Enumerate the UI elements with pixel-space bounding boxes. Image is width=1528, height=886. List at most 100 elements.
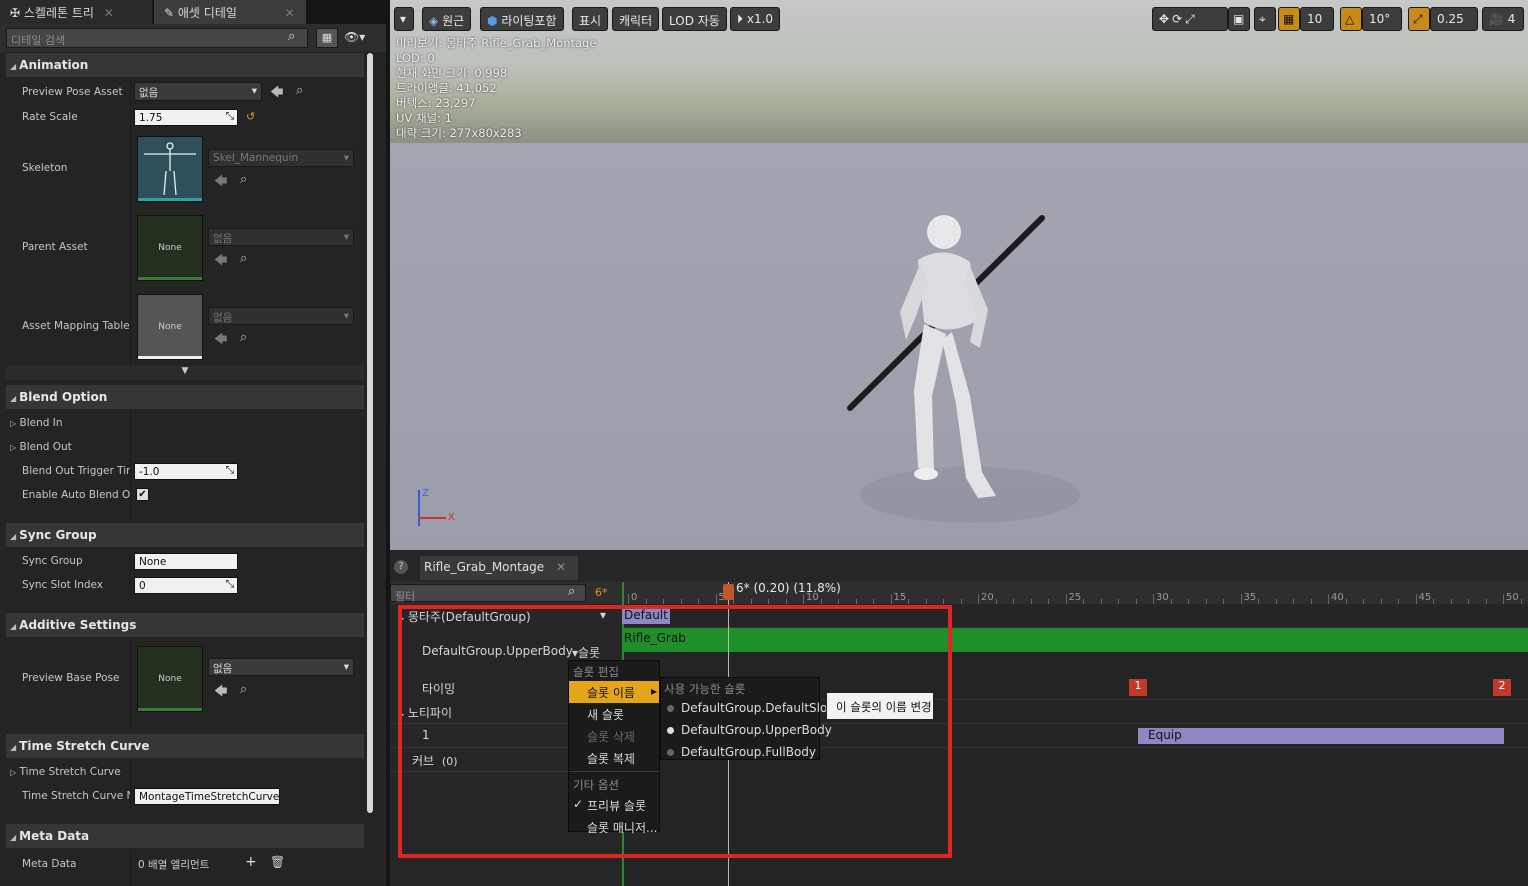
parent-asset-thumbnail[interactable]: None <box>137 215 203 281</box>
timeline-filter-input[interactable]: 필터 <box>390 584 586 603</box>
menu-item-slot-manager[interactable]: 슬롯 매니저... <box>569 816 659 838</box>
column-divider <box>130 760 131 808</box>
time-stretch-name-value: MontageTimeStretchCurve <box>139 791 280 803</box>
section-default[interactable]: Default <box>622 607 670 624</box>
surface-snap-icon[interactable]: ⌖ <box>1254 7 1276 31</box>
grid-snap-value[interactable]: 10 <box>1300 7 1334 31</box>
rate-scale-input[interactable]: 1.75 ⤡ <box>134 109 238 126</box>
close-icon[interactable]: ✕ <box>556 560 566 574</box>
use-selected-arrow-icon[interactable]: 🡄 <box>214 682 227 704</box>
category-time-stretch[interactable]: ◢ Time Stretch Curve <box>6 734 364 758</box>
notify-row[interactable]: ▸ 노티파이 <box>400 704 452 721</box>
use-selected-arrow-icon[interactable]: 🡄 <box>270 83 283 105</box>
notify-state-bar[interactable]: Equip <box>1138 728 1504 744</box>
sync-group-input[interactable]: None <box>134 553 238 570</box>
curve-label: 커브 <box>412 754 435 768</box>
timing-marker[interactable]: 1 <box>1129 679 1147 696</box>
category-meta-data[interactable]: ◢ Meta Data <box>6 824 364 848</box>
time-stretch-curve-row[interactable]: ▷ Time Stretch Curve <box>10 766 121 778</box>
rotation-snap-icon[interactable]: △ <box>1340 7 1362 31</box>
category-sync-group[interactable]: ◢ Sync Group <box>6 523 364 547</box>
sync-slot-input[interactable]: 0 ⤡ <box>134 577 238 594</box>
skeleton-thumbnail[interactable] <box>137 136 203 202</box>
playback-speed-button[interactable]: ⏵ x1.0 <box>730 7 781 31</box>
anim-segment[interactable]: Rifle_Grab <box>622 628 1528 652</box>
base-pose-value: 없음 <box>213 663 233 675</box>
lod-button[interactable]: LOD 자동 <box>662 7 727 31</box>
menu-item-new-slot[interactable]: 새 슬롯 <box>569 703 659 725</box>
asset-mapping-thumbnail[interactable]: None <box>137 294 203 360</box>
local-space-icon[interactable]: ▣ <box>1228 7 1250 31</box>
anim-segment-label: Rifle_Grab <box>624 631 686 645</box>
menu-item-slot-name[interactable]: 슬롯 이름 ▸ <box>569 681 659 703</box>
ruler-tick <box>1328 594 1329 604</box>
rotation-snap-value[interactable]: 10° <box>1362 7 1402 31</box>
notify-state-label: Equip <box>1148 728 1182 742</box>
grid-snap-icon[interactable]: ▦ <box>1278 7 1300 31</box>
filter-placeholder: 필터 <box>395 590 416 603</box>
montage-group-row[interactable]: ▸ 몽타주(DefaultGroup) ▾ <box>400 608 616 625</box>
help-icon[interactable]: ? <box>394 560 408 574</box>
blend-out-row[interactable]: ▷ Blend Out <box>10 441 72 453</box>
menu-item-preview-slot[interactable]: ✓ 프리뷰 슬롯 <box>569 794 659 816</box>
grid-view-icon[interactable]: ▦ <box>316 28 338 48</box>
browse-search-icon[interactable]: ⌕ <box>296 83 303 98</box>
add-icon[interactable]: + <box>245 854 257 870</box>
slot-menu-button[interactable]: ▾슬롯 <box>572 644 600 661</box>
move-icon: ✥ <box>1159 12 1173 26</box>
browse-search-icon[interactable]: ⌕ <box>240 251 247 266</box>
show-button[interactable]: 표시 <box>572 7 609 31</box>
lighting-button[interactable]: ⬢ 라이팅포함 <box>480 7 564 31</box>
viewport-options-button[interactable]: ▾ <box>394 7 414 31</box>
category-animation[interactable]: ◢ Animation <box>6 53 364 77</box>
blend-out-trigger-input[interactable]: -1.0 ⤡ <box>134 463 238 480</box>
time-stretch-name-input[interactable]: MontageTimeStretchCurve <box>134 788 280 805</box>
playhead-handle[interactable] <box>723 584 734 600</box>
search-icon[interactable]: ⌕ <box>568 584 575 599</box>
slot-option-upperbody[interactable]: DefaultGroup.UpperBody <box>661 720 832 742</box>
ruler-tick-label: 20 <box>981 592 994 603</box>
details-search-input[interactable]: 디테일 검색 <box>6 28 308 48</box>
close-icon[interactable]: ✕ <box>285 6 295 20</box>
notify-track-label: 1 <box>422 728 430 742</box>
chevron-down-icon: ▾ <box>251 85 257 97</box>
menu-item-duplicate-slot[interactable]: 슬롯 복제 <box>569 747 659 769</box>
scale-snap-icon[interactable]: ⤢ <box>1408 7 1430 31</box>
axis-z-label: Z <box>422 488 429 499</box>
menu-item-duplicate-slot-label: 슬롯 복제 <box>587 752 635 766</box>
base-pose-combo[interactable]: 없음 ▾ <box>208 658 354 676</box>
tab-asset-details[interactable]: ✎ 애셋 디테일 ✕ <box>154 0 306 24</box>
category-blend-option[interactable]: ◢ Blend Option <box>6 385 364 409</box>
browse-search-icon[interactable]: ⌕ <box>240 172 247 187</box>
category-additive-settings[interactable]: ◢ Additive Settings <box>6 613 364 637</box>
timing-marker[interactable]: 2 <box>1493 679 1511 696</box>
close-icon[interactable]: ✕ <box>104 6 114 20</box>
character-button[interactable]: 캐릭터 <box>612 7 660 31</box>
browse-search-icon[interactable]: ⌕ <box>240 682 247 697</box>
perspective-button[interactable]: ◈ 원근 <box>422 7 472 31</box>
preview-pose-combo[interactable]: 없음 ▾ <box>134 82 262 101</box>
scale-snap-value[interactable]: 0.25 <box>1430 7 1478 31</box>
base-pose-thumbnail[interactable]: None <box>137 646 203 712</box>
slot-option-fullbody[interactable]: DefaultGroup.FullBody <box>661 742 819 764</box>
reset-default-icon[interactable]: ↺ <box>246 110 255 123</box>
details-scrollbar[interactable] <box>367 53 373 813</box>
blend-in-row[interactable]: ▷ Blend In <box>10 417 63 429</box>
auto-blend-out-checkbox[interactable]: ✔ <box>136 488 149 501</box>
tab-rifle-grab-montage[interactable]: Rifle_Grab_Montage ✕ <box>420 556 579 580</box>
tab-skeleton-tree[interactable]: ✠ 스켈레톤 트리 ✕ <box>0 0 152 24</box>
axis-x-label: X <box>448 512 455 523</box>
trash-icon[interactable]: 🗑 <box>270 855 285 869</box>
curve-row[interactable]: 커브 (0) <box>412 752 458 769</box>
eye-icon[interactable]: 👁▾ <box>344 30 365 44</box>
chevron-down-icon[interactable]: ▾ <box>600 608 606 622</box>
advanced-expand-button[interactable]: ▼ <box>6 366 364 380</box>
search-icon[interactable]: ⌕ <box>288 29 295 44</box>
thumbnail-none-text: None <box>158 674 182 684</box>
browse-search-icon[interactable]: ⌕ <box>240 330 247 345</box>
camera-speed-button[interactable]: 🎥 4 <box>1482 7 1524 31</box>
transform-tools[interactable]: ✥⟳⤢ <box>1152 7 1228 31</box>
column-divider <box>130 638 131 728</box>
preview-viewport[interactable]: ▾ ◈ 원근 ⬢ 라이팅포함 표시 캐릭터 LOD 자동 ⏵ x1.0 ✥⟳⤢ … <box>390 0 1528 550</box>
slot-option-default[interactable]: DefaultGroup.DefaultSlot <box>661 698 832 720</box>
